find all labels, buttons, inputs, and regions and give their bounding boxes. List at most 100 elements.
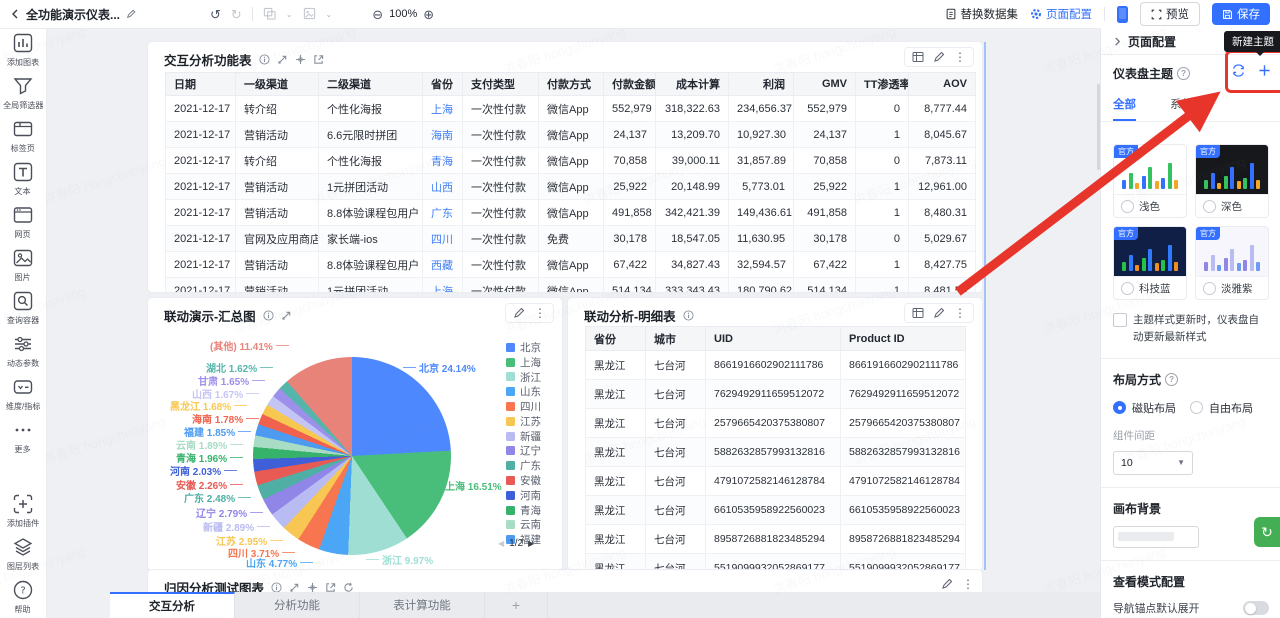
sidebar-item-help[interactable]: ?帮助	[0, 575, 46, 618]
sidebar-item-chart[interactable]: 添加图表	[0, 28, 46, 71]
pager-next-icon[interactable]: ▶	[528, 539, 534, 548]
card-pie-chart[interactable]: 联动演示-汇总图 ⋮ (其他) 11.41%湖北 1.62%甘肃 1.65%山西…	[148, 298, 562, 570]
card-detail-table[interactable]: 联动分析-明细表 ⋮ 省份城市UIDProduct ID黑龙江七台河866191…	[568, 298, 982, 570]
info-icon[interactable]	[259, 54, 270, 65]
column-header[interactable]: UID	[706, 327, 841, 351]
cell[interactable]: 海南	[423, 122, 463, 148]
legend-item[interactable]: 上海	[506, 355, 541, 370]
align-image-icon[interactable]	[303, 7, 316, 22]
theme-tab-系统[interactable]: 系统	[1170, 96, 1193, 121]
freeze-table-icon[interactable]	[912, 307, 924, 319]
page-config-button[interactable]: 页面配置	[1030, 6, 1092, 22]
sidebar-item-dimension[interactable]: 维度/指标	[0, 372, 46, 415]
sidebar-item-web[interactable]: 网页	[0, 200, 46, 243]
column-header[interactable]: 省份	[586, 327, 646, 351]
sidebar-item-image[interactable]: 图片	[0, 243, 46, 286]
group-caret-icon[interactable]: ⌄	[286, 10, 293, 19]
column-header[interactable]: 二级渠道	[319, 73, 423, 96]
cell[interactable]: 山西	[423, 174, 463, 200]
sidebar-item-plugin[interactable]: 添加插件	[0, 489, 46, 532]
edit-icon[interactable]	[933, 51, 945, 63]
page-tab-表计算功能[interactable]: 表计算功能	[360, 592, 485, 618]
cell[interactable]: 四川	[423, 226, 463, 252]
legend-item[interactable]: 北京	[506, 340, 541, 355]
linkage-icon[interactable]	[281, 310, 292, 321]
new-theme-icon[interactable]	[1258, 64, 1271, 80]
edit-icon[interactable]	[933, 307, 945, 319]
column-header[interactable]: GMV	[794, 73, 856, 96]
jump-icon[interactable]	[313, 54, 324, 65]
radio-icon[interactable]	[1113, 401, 1126, 414]
linkage-icon[interactable]	[277, 54, 288, 65]
pie-slice-label[interactable]: 山东 4.77%	[246, 555, 316, 570]
column-header[interactable]: 一级渠道	[236, 73, 319, 96]
undo-icon[interactable]: ↺	[210, 8, 221, 21]
pie-chart[interactable]	[253, 357, 451, 555]
toggle-switch[interactable]	[1243, 601, 1269, 615]
theme-card-淡雅紫[interactable]: 官方淡雅紫	[1195, 226, 1269, 300]
column-header[interactable]: TT渗透率	[856, 73, 909, 96]
canvas-scrollbar[interactable]	[984, 42, 986, 570]
legend-item[interactable]: 辽宁	[506, 444, 541, 459]
auto-update-checkbox[interactable]	[1113, 313, 1127, 327]
add-page-tab-button[interactable]: +	[485, 592, 548, 618]
column-header[interactable]: 支付类型	[463, 73, 539, 96]
freeze-table-icon[interactable]	[912, 51, 924, 63]
cell[interactable]: 西藏	[423, 252, 463, 278]
legend-item[interactable]: 四川	[506, 399, 541, 414]
replace-dataset-button[interactable]: 替换数据集	[945, 6, 1019, 22]
more-icon[interactable]: ⋮	[954, 51, 966, 63]
page-tab-分析功能[interactable]: 分析功能	[235, 592, 360, 618]
pie-slice-label[interactable]: 北京 24.14%	[400, 360, 476, 375]
pie-slice-label[interactable]: 上海 16.51%	[426, 478, 502, 493]
cell[interactable]: 青海	[423, 148, 463, 174]
card-interactive-table[interactable]: 交互分析功能表 ⋮ 日期一级渠道二级渠道省份支付类型付款方式付款金额成本计算利润…	[148, 42, 982, 292]
legend-item[interactable]: 山东	[506, 384, 541, 399]
legend-item[interactable]: 广东	[506, 458, 541, 473]
pager-prev-icon[interactable]: ◀	[498, 539, 504, 548]
preview-button[interactable]: 预览	[1140, 2, 1200, 26]
sidebar-item-text[interactable]: 文本	[0, 157, 46, 200]
column-header[interactable]: 城市	[646, 327, 706, 351]
legend-item[interactable]: 河南	[506, 488, 541, 503]
layout-option-磁贴布局[interactable]: 磁贴布局	[1113, 400, 1176, 416]
more-icon[interactable]: ⋮	[534, 307, 546, 319]
pie-slice-label[interactable]: 广东 2.48%	[184, 490, 254, 505]
legend-item[interactable]: 浙江	[506, 370, 541, 385]
theme-radio[interactable]	[1203, 200, 1216, 213]
canvas-bg-color-input[interactable]	[1113, 526, 1199, 548]
more-icon[interactable]: ⋮	[954, 307, 966, 319]
cell[interactable]: 上海	[423, 96, 463, 122]
legend-item[interactable]: 江苏	[506, 414, 541, 429]
pie-slice-label[interactable]: 辽宁 2.79%	[196, 505, 266, 520]
zoom-in-icon[interactable]: ⊕	[423, 8, 434, 21]
collapse-panel-icon[interactable]	[1113, 37, 1122, 46]
edit-title-icon[interactable]	[126, 9, 136, 19]
column-header[interactable]: 付款金额	[604, 73, 656, 96]
more-icon[interactable]: ⋮	[962, 578, 974, 590]
drill-icon[interactable]	[295, 54, 306, 65]
sidebar-item-layers[interactable]: 图层列表	[0, 532, 46, 575]
theme-card-浅色[interactable]: 官方浅色	[1113, 144, 1187, 218]
pie-slice-label[interactable]: 浙江 9.97%	[363, 552, 433, 567]
sidebar-item-tabs[interactable]: 标签页	[0, 114, 46, 157]
pie-slice-label[interactable]: (其他) 11.41%	[210, 338, 292, 353]
panel-scrollbar[interactable]	[1097, 84, 1100, 170]
save-button[interactable]: 保存	[1212, 3, 1270, 25]
zoom-out-icon[interactable]: ⊖	[372, 8, 383, 21]
column-header[interactable]: Product ID	[841, 327, 966, 351]
pie-slice-label[interactable]: 新疆 2.89%	[203, 519, 273, 534]
legend-item[interactable]: 新疆	[506, 429, 541, 444]
sidebar-item-filter[interactable]: 全局筛选器	[0, 71, 46, 114]
cell[interactable]: 上海	[423, 278, 463, 293]
back-icon[interactable]	[10, 9, 20, 19]
info-icon[interactable]	[263, 310, 274, 321]
legend-item[interactable]: 云南	[506, 518, 541, 533]
gap-select[interactable]: 10▼	[1113, 451, 1193, 475]
column-header[interactable]: 省份	[423, 73, 463, 96]
edit-icon[interactable]	[941, 578, 953, 590]
sidebar-item-query[interactable]: 查询容器	[0, 286, 46, 329]
radio-icon[interactable]	[1190, 401, 1203, 414]
legend-item[interactable]: 青海	[506, 503, 541, 518]
pie-slice-label[interactable]: 河南 2.03%	[170, 463, 240, 478]
